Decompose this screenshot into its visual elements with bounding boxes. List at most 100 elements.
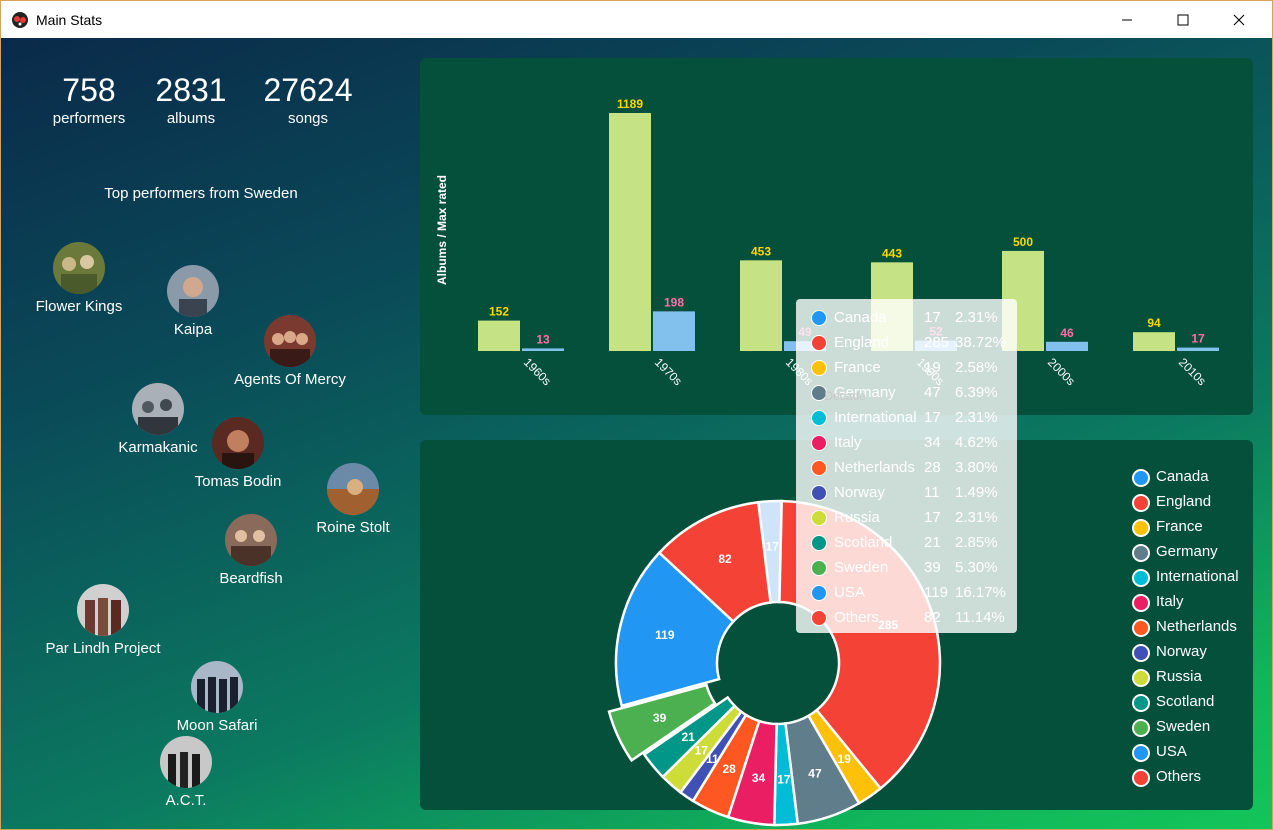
title-bar[interactable]: Main Stats: [1, 1, 1272, 38]
tooltip-percent: 3.80%: [955, 459, 998, 476]
tooltip-label: USA: [834, 584, 865, 601]
bar-value-label: 94: [1147, 316, 1161, 330]
legend-label: Canada: [1156, 468, 1209, 485]
tooltip-label: Scotland: [834, 534, 893, 551]
bar-value-label: 46: [1060, 326, 1074, 340]
stat-label: albums: [166, 110, 216, 127]
legend-label: USA: [1156, 743, 1187, 760]
maximize-button[interactable]: [1160, 1, 1206, 38]
legend-swatch: [1132, 544, 1150, 562]
chart-tooltip: Canada 17 2.31% England 285 38.72% France 19 2.5…: [796, 299, 1017, 633]
tooltip-label: Canada: [834, 309, 887, 326]
close-icon: [1233, 14, 1245, 25]
tooltip-row-scotland: Scotland 21 2.85%: [796, 532, 1017, 554]
tooltip-label: International: [834, 409, 917, 426]
legend-label: Norway: [1156, 643, 1207, 660]
legend-label: Germany: [1156, 543, 1218, 560]
tooltip-percent: 4.62%: [955, 434, 998, 451]
tooltip-swatch: [811, 460, 827, 476]
avatar: [53, 242, 105, 294]
tooltip-percent: 1.49%: [955, 484, 998, 501]
tooltip-percent: 38.72%: [955, 334, 1006, 351]
performer-name: Par Lindh Project: [45, 640, 161, 657]
bar-1970s-s1[interactable]: [609, 113, 651, 351]
tooltip-swatch: [811, 360, 827, 376]
bar-1960s-s2[interactable]: [522, 348, 564, 351]
tooltip-count: 39: [924, 559, 941, 576]
legend-label: Scotland: [1156, 693, 1215, 710]
legend-swatch: [1132, 769, 1150, 787]
legend-label: England: [1156, 493, 1212, 510]
tooltip-label: Others: [834, 609, 880, 626]
tooltip-percent: 2.85%: [955, 534, 998, 551]
tooltip-percent: 2.58%: [955, 359, 998, 376]
performer-name: A.C.T.: [165, 792, 207, 809]
bar-value-label: 13: [536, 332, 550, 346]
avatar: [327, 463, 379, 515]
tooltip-swatch: [811, 510, 827, 526]
tooltip-label: Germany: [834, 384, 896, 401]
bar-2010s-s2[interactable]: [1177, 347, 1219, 351]
bar-value-label: 500: [1013, 235, 1033, 249]
stat-songs: 27624 songs: [248, 72, 368, 127]
tooltip-percent: 2.31%: [955, 309, 998, 326]
tooltip-count: 21: [924, 534, 941, 551]
bar-value-label: 443: [882, 246, 902, 260]
x-tick-label: 1960s: [521, 355, 554, 388]
tooltip-percent: 11.14%: [955, 609, 1005, 626]
legend-swatch: [1132, 519, 1150, 537]
performer-moon-safari[interactable]: Moon Safari: [147, 661, 287, 736]
performer-par-lindh-project[interactable]: Par Lindh Project: [33, 584, 173, 659]
legend-swatch: [1132, 744, 1150, 762]
tooltip-label: England: [834, 334, 890, 351]
tooltip-count: 17: [924, 409, 941, 426]
tooltip-swatch: [811, 435, 827, 451]
performer-name: Moon Safari: [176, 717, 258, 734]
tooltip-row-netherlands: Netherlands 28 3.80%: [796, 457, 1017, 479]
tooltip-swatch: [811, 610, 827, 626]
y-axis-label: Albums / Max rated: [435, 175, 449, 285]
tooltip-swatch: [811, 310, 827, 326]
legend-swatch: [1132, 644, 1150, 662]
tooltip-percent: 6.39%: [955, 384, 998, 401]
performer-name: Agents Of Mercy: [234, 371, 346, 388]
app-icon: [12, 12, 28, 28]
performer-name: Flower Kings: [35, 298, 123, 315]
bar-2010s-s1[interactable]: [1133, 332, 1175, 351]
minimize-button[interactable]: [1104, 1, 1150, 38]
close-button[interactable]: [1216, 1, 1262, 38]
stat-label: performers: [52, 110, 126, 127]
avatar: [225, 514, 277, 566]
avatar: [160, 736, 212, 788]
bar-1960s-s1[interactable]: [478, 320, 520, 351]
performer-beardfish[interactable]: Beardfish: [181, 514, 321, 589]
legend-label: Others: [1156, 768, 1202, 785]
tooltip-count: 34: [924, 434, 941, 451]
avatar: [191, 661, 243, 713]
bar-1980s-s1[interactable]: [740, 260, 782, 351]
performer-agents-of-mercy[interactable]: Agents Of Mercy: [220, 315, 360, 390]
maximize-icon: [1177, 14, 1189, 25]
performer-name: Tomas Bodin: [194, 473, 282, 490]
tooltip-label: Netherlands: [834, 459, 915, 476]
performer-name: Beardfish: [219, 570, 283, 587]
tooltip-row-italy: Italy 34 4.62%: [796, 432, 1017, 454]
legend-swatch: [1132, 694, 1150, 712]
legend-label: International: [1156, 568, 1239, 585]
avatar: [167, 265, 219, 317]
tooltip-row-usa: USA 119 16.17%: [796, 582, 1017, 604]
legend-label: Sweden: [1156, 718, 1211, 735]
tooltip-swatch: [811, 385, 827, 401]
x-tick-label: 1970s: [652, 355, 685, 388]
tooltip-row-canada: Canada 17 2.31%: [796, 307, 1017, 329]
legend-swatch: [1132, 719, 1150, 737]
bar-2000s-s2[interactable]: [1046, 341, 1088, 351]
tooltip-swatch: [811, 410, 827, 426]
legend-label: Netherlands: [1156, 618, 1237, 635]
window-title: Main Stats: [36, 12, 103, 28]
tooltip-swatch: [811, 585, 827, 601]
bar-1970s-s2[interactable]: [653, 311, 695, 351]
performer-act[interactable]: A.C.T.: [116, 736, 256, 811]
tooltip-swatch: [811, 335, 827, 351]
stat-albums: 2831 albums: [141, 72, 241, 127]
